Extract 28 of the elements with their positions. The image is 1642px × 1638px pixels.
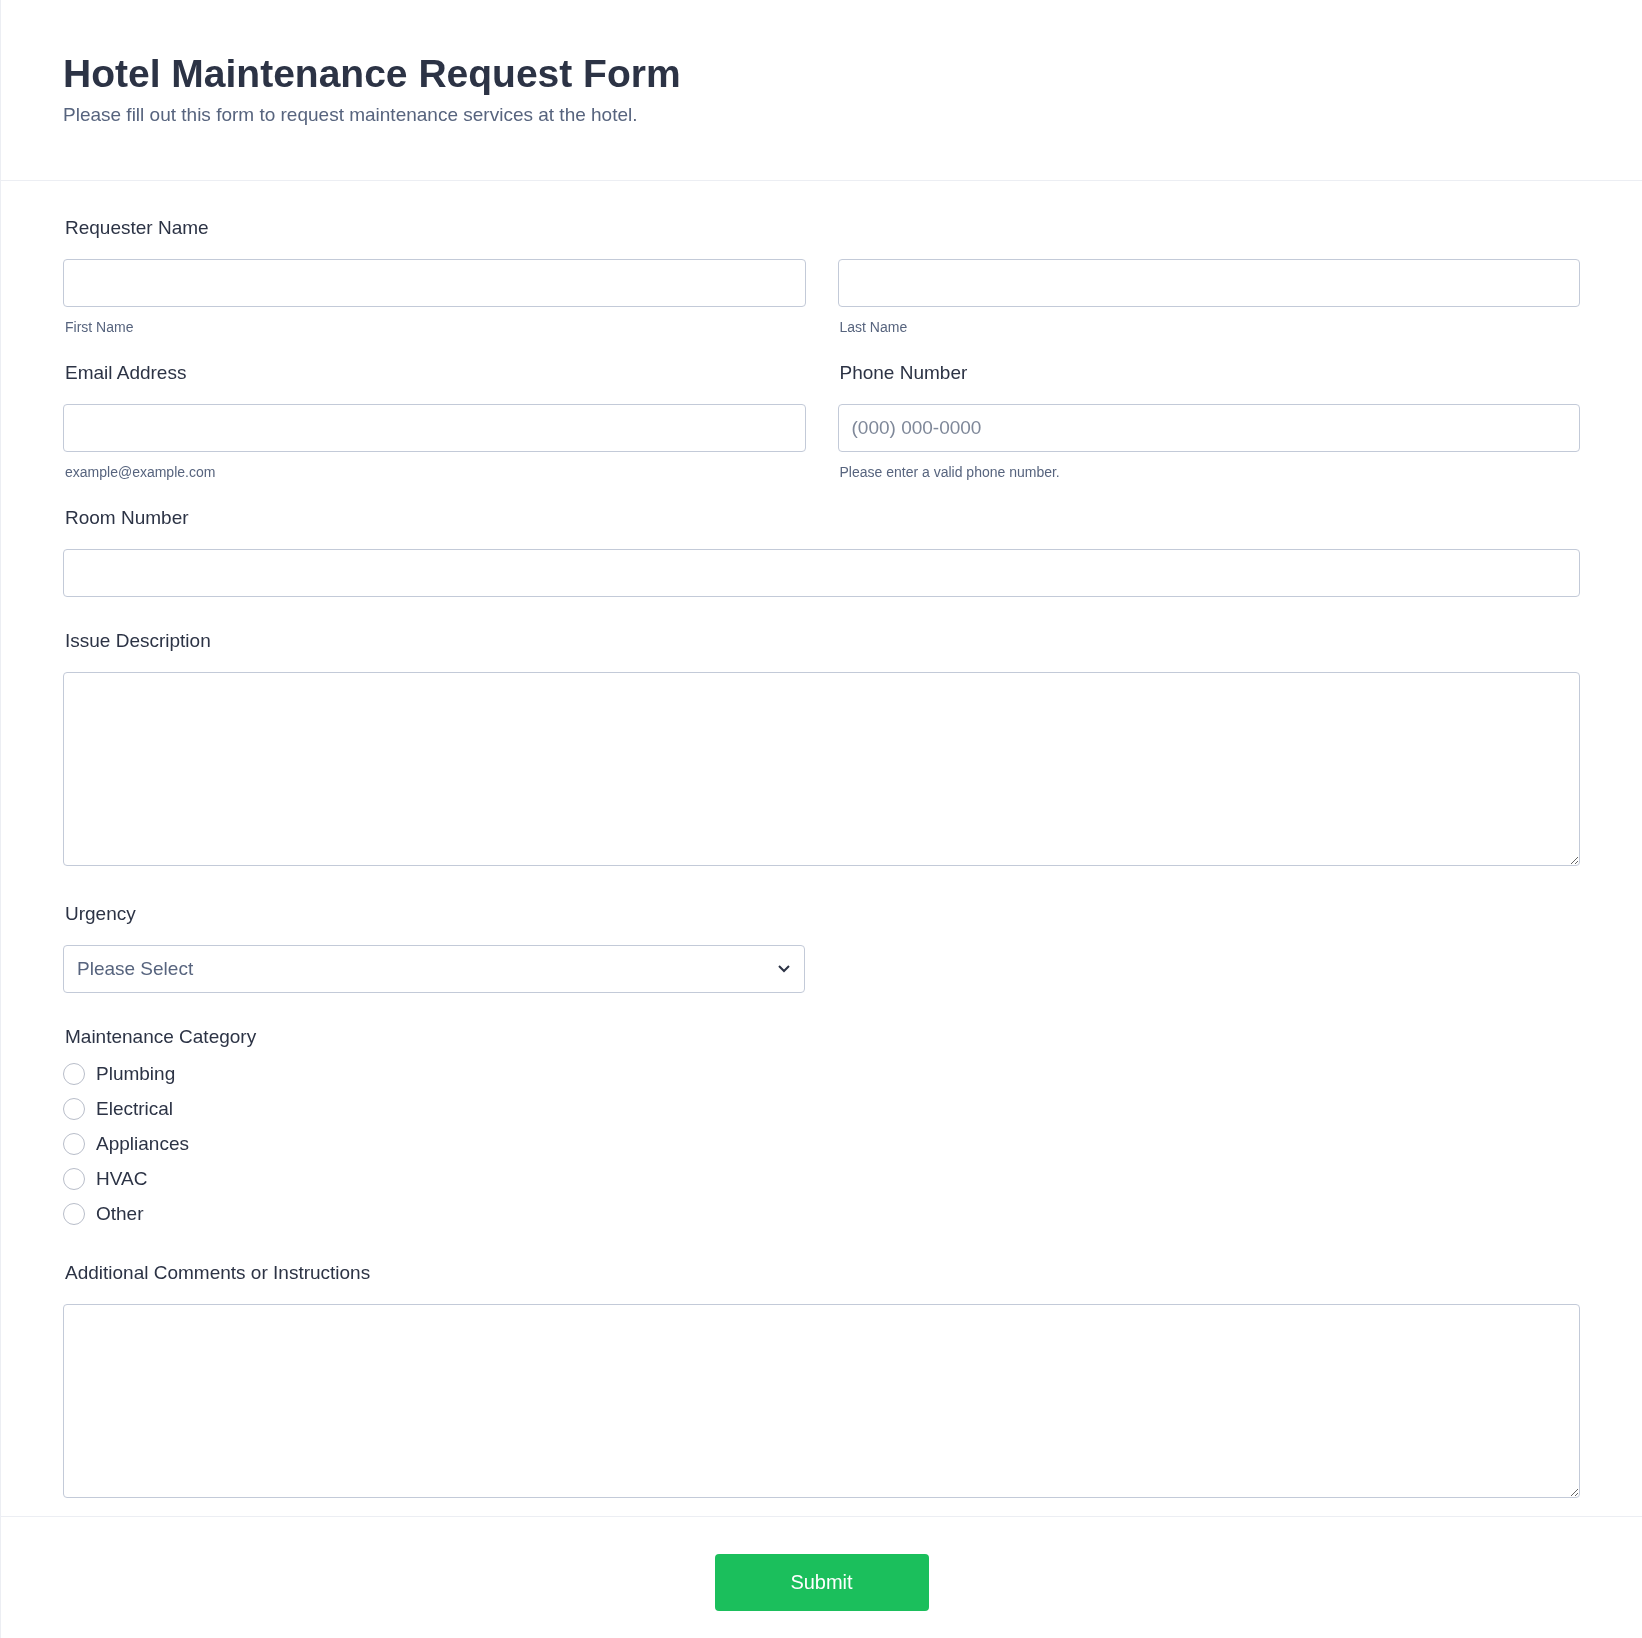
radio-label[interactable]: Plumbing [96, 1063, 176, 1085]
field-hint: First Name [65, 319, 135, 337]
form-title: Hotel Maintenance Request Form [63, 51, 682, 97]
input-field[interactable] [63, 549, 1580, 597]
field-label: Requester Name [65, 216, 210, 240]
text-area[interactable] [63, 672, 1580, 866]
field-label: Additional Comments or Instructions [65, 1261, 372, 1285]
input-field[interactable] [837, 259, 1580, 307]
input-field[interactable] [63, 404, 806, 452]
field-label: Email Address [65, 361, 188, 385]
field-hint: example@example.com [65, 464, 217, 482]
radio-label[interactable]: Other [96, 1203, 144, 1225]
field-label: Maintenance Category [65, 1025, 258, 1049]
field-label: Urgency [65, 902, 137, 926]
dropdown[interactable]: Please Select [63, 945, 805, 993]
radio-label[interactable]: Electrical [96, 1098, 174, 1120]
input-field[interactable] [63, 259, 806, 307]
radio-label[interactable]: Appliances [96, 1133, 189, 1155]
field-hint: Please enter a valid phone number. [839, 464, 1061, 482]
field-label: Room Number [65, 506, 190, 530]
input-field[interactable]: (000) 000-0000 [837, 404, 1580, 452]
text-area[interactable] [63, 1304, 1580, 1498]
field-label: Phone Number [839, 361, 969, 385]
form-subtitle: Please fill out this form to request maintenance services at the hotel. [63, 104, 639, 126]
field-label: Issue Description [65, 629, 212, 653]
radio-label[interactable]: HVAC [96, 1168, 148, 1190]
chevron-down-icon [777, 964, 791, 974]
field-hint: Last Name [839, 319, 909, 337]
